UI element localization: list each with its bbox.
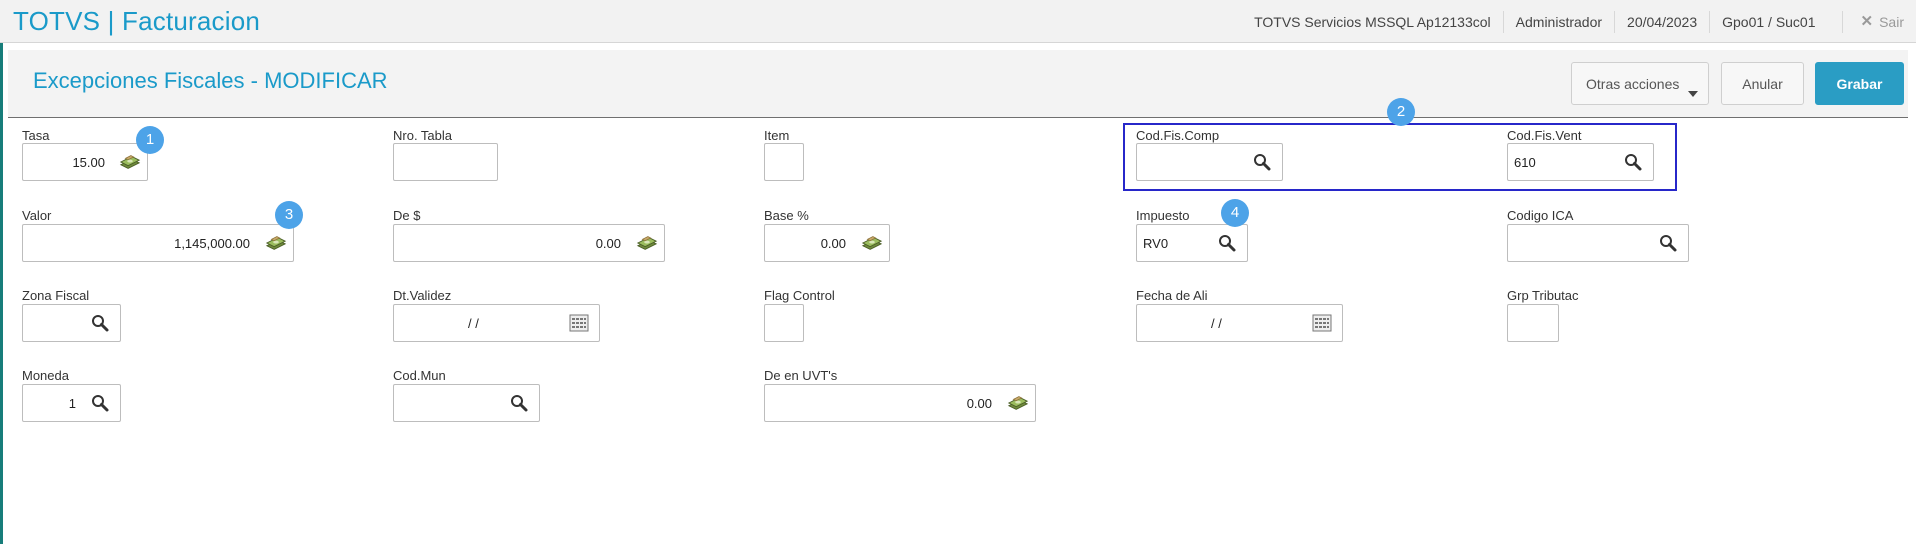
- impuesto-label: Impuesto: [1136, 208, 1190, 223]
- close-icon: ✕: [1860, 12, 1874, 30]
- money-icon[interactable]: [861, 233, 883, 253]
- zona-fiscal-label: Zona Fiscal: [22, 288, 90, 303]
- moneda-value: 1: [68, 396, 76, 411]
- other-actions-label: Otras acciones: [1586, 75, 1680, 92]
- flag-control-field[interactable]: [764, 304, 804, 342]
- base-value: 0.00: [820, 236, 846, 251]
- de-uvt-label: De en UVT's: [764, 368, 838, 383]
- search-icon[interactable]: [90, 313, 112, 333]
- other-actions-button[interactable]: Otras acciones: [1571, 62, 1709, 105]
- left-accent-strip: [0, 43, 3, 544]
- tasa-field[interactable]: 15.00: [22, 143, 148, 181]
- de-field[interactable]: 0.00: [393, 224, 665, 262]
- page-title: Excepciones Fiscales - MODIFICAR: [33, 68, 388, 93]
- branch-label: Gpo01 / Suc01: [1709, 10, 1827, 33]
- valor-value: 1,145,000.00: [174, 236, 250, 251]
- user-label: Administrador: [1502, 10, 1614, 33]
- money-icon[interactable]: [1007, 393, 1029, 413]
- de-uvt-value: 0.00: [966, 396, 992, 411]
- cancel-button[interactable]: Anular: [1721, 62, 1804, 105]
- dt-validez-field[interactable]: / /: [393, 304, 600, 342]
- exit-button[interactable]: ✕ Sair: [1841, 10, 1916, 33]
- save-label: Grabar: [1836, 75, 1883, 92]
- nro-tabla-label: Nro. Tabla: [393, 128, 453, 143]
- tasa-label: Tasa: [22, 128, 50, 143]
- app-title: TOTVS | Facturacion: [13, 6, 261, 36]
- annotation-badge-3: 3: [275, 201, 303, 229]
- moneda-field[interactable]: 1: [22, 384, 121, 422]
- impuesto-field[interactable]: RV0: [1136, 224, 1248, 262]
- moneda-label: Moneda: [22, 368, 69, 383]
- search-icon[interactable]: [509, 393, 531, 413]
- annotation-badge-2: 2: [1387, 98, 1415, 126]
- de-uvt-field[interactable]: 0.00: [764, 384, 1036, 422]
- grp-tributac-field[interactable]: [1507, 304, 1559, 342]
- money-icon[interactable]: [265, 233, 287, 253]
- fecha-ali-label: Fecha de Ali: [1136, 288, 1208, 303]
- annotation-badge-1: 1: [136, 126, 164, 154]
- search-icon[interactable]: [90, 393, 112, 413]
- annotation-badge-4: 4: [1221, 199, 1249, 227]
- dt-validez-value: / /: [468, 316, 479, 331]
- page-header: Excepciones Fiscales - MODIFICAR Otras a…: [8, 50, 1908, 118]
- cancel-label: Anular: [1742, 75, 1783, 92]
- money-icon[interactable]: [119, 152, 141, 172]
- top-bar: TOTVS | Facturacion TOTVS Servicios MSSQ…: [0, 0, 1916, 43]
- cod-mun-field[interactable]: [393, 384, 540, 422]
- flag-control-label: Flag Control: [764, 288, 835, 303]
- nro-tabla-field[interactable]: [393, 143, 498, 181]
- codigo-ica-field[interactable]: [1507, 224, 1689, 262]
- caret-down-icon: [1688, 91, 1698, 97]
- save-button[interactable]: Grabar: [1815, 62, 1904, 105]
- fecha-ali-value: / /: [1211, 316, 1222, 331]
- de-label: De $: [393, 208, 421, 223]
- search-icon[interactable]: [1217, 233, 1239, 253]
- valor-label: Valor: [22, 208, 52, 223]
- grp-tributac-label: Grp Tributac: [1507, 288, 1579, 303]
- search-icon[interactable]: [1658, 233, 1680, 253]
- base-field[interactable]: 0.00: [764, 224, 890, 262]
- item-label: Item: [764, 128, 790, 143]
- money-icon[interactable]: [636, 233, 658, 253]
- valor-field[interactable]: 1,145,000.00: [22, 224, 294, 262]
- impuesto-value: RV0: [1143, 236, 1169, 251]
- fecha-ali-field[interactable]: / /: [1136, 304, 1343, 342]
- de-value: 0.00: [595, 236, 621, 251]
- tasa-value: 15.00: [72, 155, 105, 170]
- zona-fiscal-field[interactable]: [22, 304, 121, 342]
- codigo-ica-label: Codigo ICA: [1507, 208, 1574, 223]
- dt-validez-label: Dt.Validez: [393, 288, 452, 303]
- highlight-box: [1123, 123, 1677, 191]
- calendar-icon[interactable]: [569, 314, 591, 334]
- exit-label: Sair: [1879, 13, 1904, 30]
- item-field[interactable]: [764, 143, 804, 181]
- top-info: TOTVS Servicios MSSQL Ap12133col Adminis…: [1242, 0, 1916, 43]
- environment-label: TOTVS Servicios MSSQL Ap12133col: [1254, 13, 1491, 30]
- date-label: 20/04/2023: [1614, 10, 1709, 33]
- base-label: Base %: [764, 208, 809, 223]
- cod-mun-label: Cod.Mun: [393, 368, 446, 383]
- calendar-icon[interactable]: [1312, 314, 1334, 334]
